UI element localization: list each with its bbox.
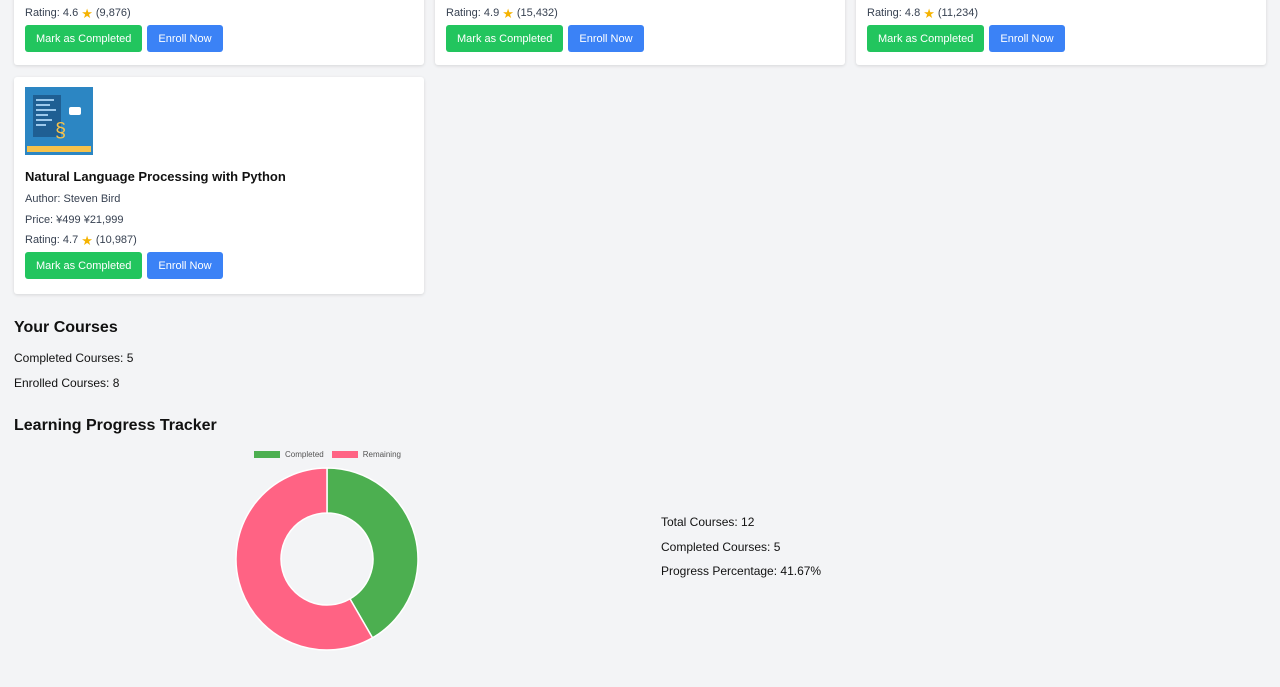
python-logo-icon: § [55,120,67,142]
mark-completed-button[interactable]: Mark as Completed [867,25,985,52]
rating: Rating: 4.6 ★ (9,876) [25,5,413,21]
legend-swatch-remaining [331,451,358,458]
star-icon: ★ [81,5,93,21]
course-author: Author: Steven Bird [25,193,121,205]
star-icon: ★ [923,5,935,21]
rating: Rating: 4.7 ★ (10,987) [25,232,413,248]
legend-item-completed[interactable]: Completed [254,450,324,459]
mark-completed-button[interactable]: Mark as Completed [25,25,143,52]
course-price: Price: ¥499 ¥21,999 [25,214,124,226]
rating-count: (11,234) [937,7,979,19]
enroll-now-button[interactable]: Enroll Now [989,25,1065,52]
progress-percentage: Progress Percentage: 41.67% [661,564,822,578]
legend-item-remaining[interactable]: Remaining [331,450,401,459]
mark-completed-button[interactable]: Mark as Completed [25,252,143,279]
enroll-now-button[interactable]: Enroll Now [147,25,223,52]
rating: Rating: 4.8 ★ (11,234) [867,5,1255,21]
enroll-now-button[interactable]: Enroll Now [568,25,644,52]
chart-legend: Completed Remaining [230,450,425,459]
course-card: Rating: 4.6 ★ (9,876) Mark as Completed … [14,0,424,65]
progress-tracker-title: Learning Progress Tracker [14,417,217,434]
course-title: Natural Language Processing with Python [25,169,286,184]
legend-swatch-completed [254,451,281,458]
total-courses: Total Courses: 12 [661,515,755,529]
star-icon: ★ [502,5,514,21]
rating-value: Rating: 4.9 [446,7,500,19]
legend-label-remaining: Remaining [362,450,401,459]
your-courses-title: Your Courses [14,319,118,336]
rating-count: (10,987) [95,234,137,246]
enroll-now-button[interactable]: Enroll Now [147,252,223,279]
course-card: Rating: 4.8 ★ (11,234) Mark as Completed… [856,0,1266,65]
enrolled-courses-count: Enrolled Courses: 8 [14,376,120,390]
rating: Rating: 4.9 ★ (15,432) [446,5,834,21]
rating-count: (9,876) [95,7,131,19]
rating-count: (15,432) [516,7,558,19]
rating-value: Rating: 4.8 [867,7,921,19]
mark-completed-button[interactable]: Mark as Completed [446,25,564,52]
progress-completed-courses: Completed Courses: 5 [661,540,781,554]
star-icon: ★ [81,232,93,248]
completed-courses-count: Completed Courses: 5 [14,351,134,365]
course-page: Rating: 4.6 ★ (9,876) Mark as Completed … [0,0,1280,687]
legend-label-completed: Completed [285,450,324,459]
course-card: Rating: 4.9 ★ (15,432) Mark as Completed… [435,0,845,65]
donut-chart [235,467,419,651]
rating-value: Rating: 4.7 [25,234,79,246]
course-thumbnail: § [25,87,93,155]
rating-value: Rating: 4.6 [25,7,79,19]
progress-chart: Completed Remaining [230,450,425,655]
course-card-nlp: § Natural Language Processing with Pytho… [14,77,424,294]
